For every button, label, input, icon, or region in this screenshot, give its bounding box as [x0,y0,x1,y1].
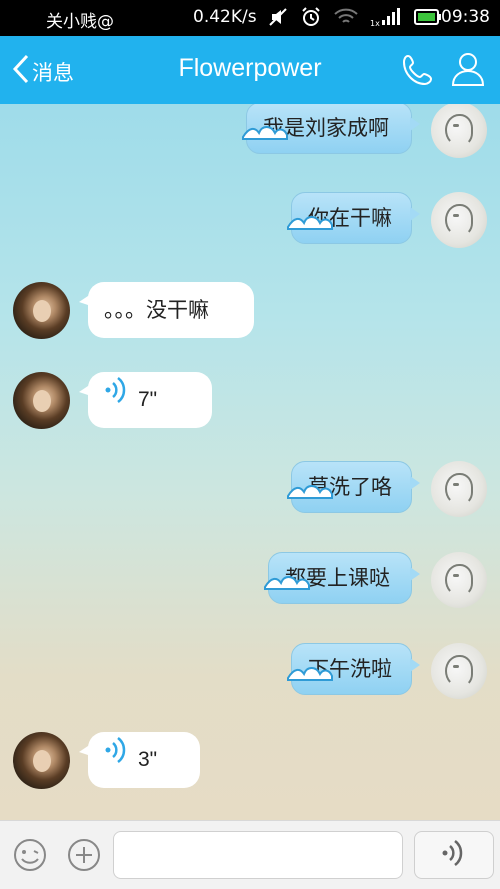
plus-icon[interactable] [66,837,102,877]
avatar[interactable] [431,643,487,699]
status-carrier: 关小贱@ [46,12,114,32]
wave-decoration-icon [286,650,334,700]
message-bubble-outgoing[interactable]: 你在干嘛 [287,192,420,244]
avatar[interactable] [431,461,487,517]
message-row: 7" [0,372,500,436]
message-text: 。。。没干嘛 [104,298,209,322]
wave-decoration-icon [286,199,334,249]
message-input[interactable] [113,831,403,879]
message-bubble-outgoing[interactable]: 莫洗了咯 [287,461,420,513]
status-speed: 0.42K/s [193,7,257,27]
message-bubble-outgoing[interactable]: 下午洗啦 [287,643,420,695]
avatar[interactable] [13,732,70,789]
message-bubble-incoming[interactable]: 。。。没干嘛 [79,282,254,338]
message-row: 。。。没干嘛 [0,282,500,346]
status-bar: 关小贱@ 0.42K/s 1x 09:38 [0,0,500,36]
phone-icon[interactable] [400,52,436,92]
battery-icon [414,9,442,30]
avatar[interactable] [13,372,70,429]
voice-input-button[interactable] [414,831,494,879]
message-bubble-outgoing[interactable]: 都要上课哒 [264,552,420,604]
avatar[interactable] [431,104,487,158]
avatar[interactable] [13,282,70,339]
message-row: 都要上课哒 [0,552,500,616]
voice-duration: 7" [138,388,158,411]
emoji-icon[interactable] [12,837,48,877]
status-time: 09:38 [441,7,490,27]
wave-decoration-icon [286,468,334,518]
avatar[interactable] [431,552,487,608]
voice-wave-icon [104,732,130,788]
voice-message-incoming[interactable]: 7" [79,372,212,428]
signal-icon: 1x [370,7,402,32]
voice-wave-icon [104,372,130,428]
message-row: 莫洗了咯 [0,461,500,525]
message-row: 下午洗啦 [0,643,500,707]
voice-duration: 3" [138,748,158,771]
message-row: 我是刘家成啊 [0,104,500,168]
voice-message-incoming[interactable]: 3" [79,732,200,788]
profile-icon[interactable] [449,50,487,92]
message-row: 你在干嘛 [0,192,500,256]
status-icons: 1x [268,6,442,33]
alarm-icon [300,6,322,33]
wave-decoration-icon [241,109,289,159]
chat-area[interactable]: 我是刘家成啊 你在干嘛 。。。没干嘛 7" 莫洗了咯 都要上课哒 下午洗啦 3" [0,104,500,820]
chat-header: 消息 Flowerpower [0,36,500,104]
mute-icon [268,7,288,32]
svg-text:1x: 1x [370,19,380,27]
wave-decoration-icon [263,559,311,609]
wifi-icon [334,8,358,31]
input-bar [0,820,500,889]
message-row: 3" [0,732,500,796]
voice-icon [441,837,467,873]
avatar[interactable] [431,192,487,248]
message-bubble-outgoing[interactable]: 我是刘家成啊 [242,104,420,154]
